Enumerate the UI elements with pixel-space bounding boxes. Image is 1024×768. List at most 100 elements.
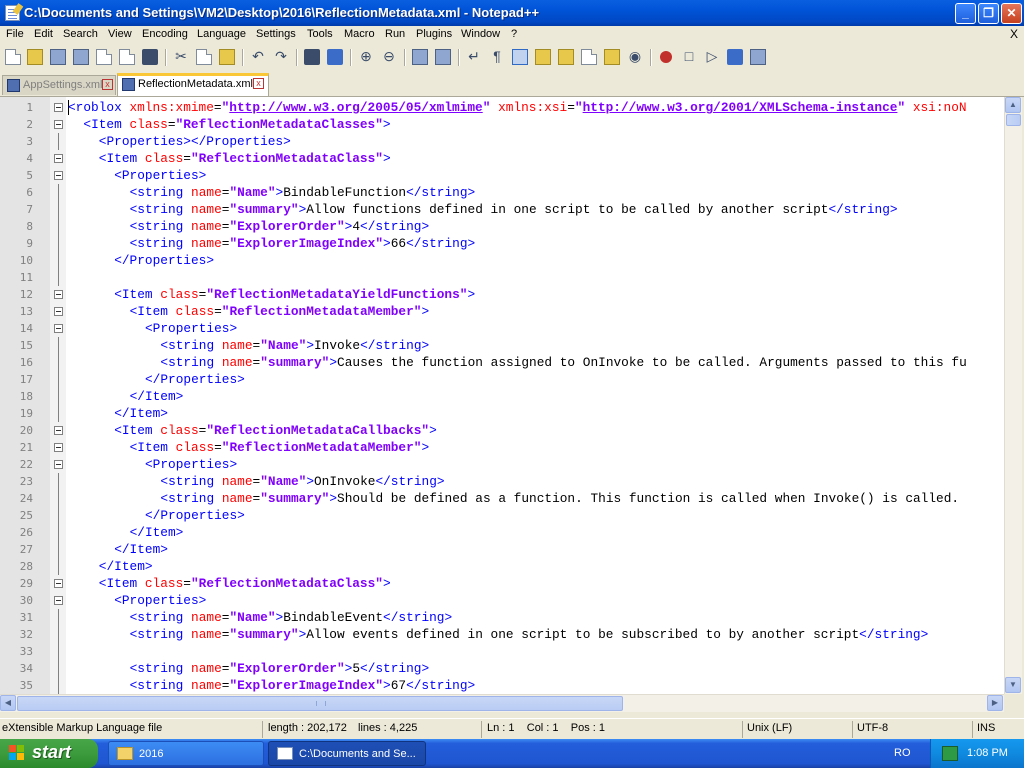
menu-plugins[interactable]: Plugins <box>416 28 452 40</box>
code-line[interactable]: 28 </Item> <box>0 558 1004 575</box>
code-line[interactable]: 3 <Properties></Properties> <box>0 133 1004 150</box>
fold-toggle-icon[interactable] <box>54 324 63 333</box>
tab-close-icon[interactable]: x <box>102 79 113 90</box>
code-line[interactable]: 35 <string name="ExplorerImageIndex">67</… <box>0 677 1004 694</box>
undo-icon[interactable]: ↶ <box>250 49 266 65</box>
status-encoding[interactable]: UTF-8 <box>857 722 888 734</box>
status-insert-mode[interactable]: INS <box>977 722 995 734</box>
cut-icon[interactable]: ✂ <box>173 49 189 65</box>
monitoring-icon[interactable]: ◉ <box>627 49 643 65</box>
code-line[interactable]: 6 <string name="Name">BindableFunction</s… <box>0 184 1004 201</box>
fold-toggle-icon[interactable] <box>54 154 63 163</box>
scroll-up-icon[interactable]: ▲ <box>1005 97 1021 113</box>
code-line[interactable]: 31 <string name="Name">BindableEvent</str… <box>0 609 1004 626</box>
stop-macro-icon[interactable]: □ <box>681 49 697 65</box>
horizontal-scrollbar[interactable]: ◀ ▶ <box>0 694 1004 712</box>
title-bar[interactable]: C:\Documents and Settings\VM2\Desktop\20… <box>0 0 1024 26</box>
zoom-in-icon[interactable]: ⊕ <box>358 49 374 65</box>
tab-close-icon[interactable]: x <box>253 78 264 89</box>
code-line[interactable]: 10 </Properties> <box>0 252 1004 269</box>
horizontal-scroll-thumb[interactable] <box>17 696 623 711</box>
close-button[interactable]: ✕ <box>1001 3 1022 24</box>
code-line[interactable]: 27 </Item> <box>0 541 1004 558</box>
code-line[interactable]: 24 <string name="summary">Should be defin… <box>0 490 1004 507</box>
menu-window[interactable]: Window <box>461 28 500 40</box>
scroll-left-icon[interactable]: ◀ <box>0 695 16 711</box>
zoom-out-icon[interactable]: ⊖ <box>381 49 397 65</box>
code-line[interactable]: 25 </Properties> <box>0 507 1004 524</box>
code-line[interactable]: 12 <Item class="ReflectionMetadataYieldFu… <box>0 286 1004 303</box>
code-line[interactable]: 15 <string name="Name">Invoke</string> <box>0 337 1004 354</box>
print-icon[interactable] <box>142 49 158 65</box>
menu-language[interactable]: Language <box>197 28 246 40</box>
find-icon[interactable] <box>304 49 320 65</box>
fold-toggle-icon[interactable] <box>54 443 63 452</box>
code-line[interactable]: 13 <Item class="ReflectionMetadataMember"… <box>0 303 1004 320</box>
taskbar-item-notepadpp[interactable]: C:\Documents and Se... <box>268 741 426 766</box>
start-button[interactable]: start <box>0 739 98 768</box>
code-line[interactable]: 17 </Properties> <box>0 371 1004 388</box>
fold-toggle-icon[interactable] <box>54 120 63 129</box>
tab-reflectionmetadata[interactable]: ReflectionMetadata.xml x <box>117 73 269 96</box>
menu-search[interactable]: Search <box>63 28 98 40</box>
save-icon[interactable] <box>50 49 66 65</box>
redo-icon[interactable]: ↷ <box>273 49 289 65</box>
fold-toggle-icon[interactable] <box>54 460 63 469</box>
close-document-icon[interactable]: X <box>1010 27 1018 41</box>
close-file-icon[interactable] <box>96 49 112 65</box>
fold-toggle-icon[interactable] <box>54 596 63 605</box>
new-file-icon[interactable] <box>5 49 21 65</box>
menu-encoding[interactable]: Encoding <box>142 28 188 40</box>
fold-toggle-icon[interactable] <box>54 290 63 299</box>
save-all-icon[interactable] <box>73 49 89 65</box>
play-macro-icon[interactable]: ▷ <box>704 49 720 65</box>
document-map-icon[interactable] <box>558 49 574 65</box>
code-line[interactable]: 20 <Item class="ReflectionMetadataCallbac… <box>0 422 1004 439</box>
scroll-down-icon[interactable]: ▼ <box>1005 677 1021 693</box>
code-line[interactable]: 29 <Item class="ReflectionMetadataClass"> <box>0 575 1004 592</box>
menu-file[interactable]: File <box>6 28 24 40</box>
fold-toggle-icon[interactable] <box>54 103 63 112</box>
code-line[interactable]: 1 <roblox xmlns:xmime="http://www.w3.org/… <box>0 99 1004 116</box>
word-wrap-icon[interactable]: ↵ <box>466 49 482 65</box>
code-line[interactable]: 32 <string name="summary">Allow events de… <box>0 626 1004 643</box>
code-line[interactable]: 14 <Properties> <box>0 320 1004 337</box>
fold-toggle-icon[interactable] <box>54 307 63 316</box>
function-list-icon[interactable] <box>581 49 597 65</box>
minimize-button[interactable]: _ <box>955 3 976 24</box>
code-line[interactable]: 34 <string name="ExplorerOrder">5</string… <box>0 660 1004 677</box>
record-macro-icon[interactable] <box>660 51 672 63</box>
open-file-icon[interactable] <box>27 49 43 65</box>
close-all-icon[interactable] <box>119 49 135 65</box>
code-line[interactable]: 19 </Item> <box>0 405 1004 422</box>
network-icon[interactable] <box>942 746 958 761</box>
code-line[interactable]: 16 <string name="summary">Causes the func… <box>0 354 1004 371</box>
code-line[interactable]: 9 <string name="ExplorerImageIndex">66</s… <box>0 235 1004 252</box>
menu-tools[interactable]: Tools <box>307 28 333 40</box>
vertical-scroll-thumb[interactable] <box>1006 114 1021 126</box>
menu-view[interactable]: View <box>108 28 132 40</box>
code-line[interactable]: 11 <box>0 269 1004 286</box>
maximize-button[interactable]: ❐ <box>978 3 999 24</box>
code-line[interactable]: 33 <box>0 643 1004 660</box>
fold-toggle-icon[interactable] <box>54 426 63 435</box>
paste-icon[interactable] <box>219 49 235 65</box>
code-line[interactable]: 2 <Item class="ReflectionMetadataClasses"… <box>0 116 1004 133</box>
folder-workspace-icon[interactable] <box>604 49 620 65</box>
copy-icon[interactable] <box>196 49 212 65</box>
save-macro-icon[interactable] <box>750 49 766 65</box>
fold-toggle-icon[interactable] <box>54 171 63 180</box>
code-line[interactable]: 7 <string name="summary">Allow functions … <box>0 201 1004 218</box>
menu-settings[interactable]: Settings <box>256 28 296 40</box>
language-indicator[interactable]: RO <box>894 747 911 759</box>
text-editor[interactable]: 1 <roblox xmlns:xmime="http://www.w3.org/… <box>0 97 1004 694</box>
taskbar-item-folder[interactable]: 2016 <box>108 741 264 766</box>
code-line[interactable]: 23 <string name="Name">OnInvoke</string> <box>0 473 1004 490</box>
tab-appsettings[interactable]: AppSettings.xml x <box>2 75 116 95</box>
code-line[interactable]: 18 </Item> <box>0 388 1004 405</box>
code-line[interactable]: 5 <Properties> <box>0 167 1004 184</box>
vertical-scrollbar[interactable]: ▲ ▼ <box>1004 97 1022 694</box>
show-all-characters-icon[interactable]: ¶ <box>489 49 505 65</box>
menu-help[interactable]: ? <box>511 28 517 40</box>
menu-edit[interactable]: Edit <box>34 28 53 40</box>
